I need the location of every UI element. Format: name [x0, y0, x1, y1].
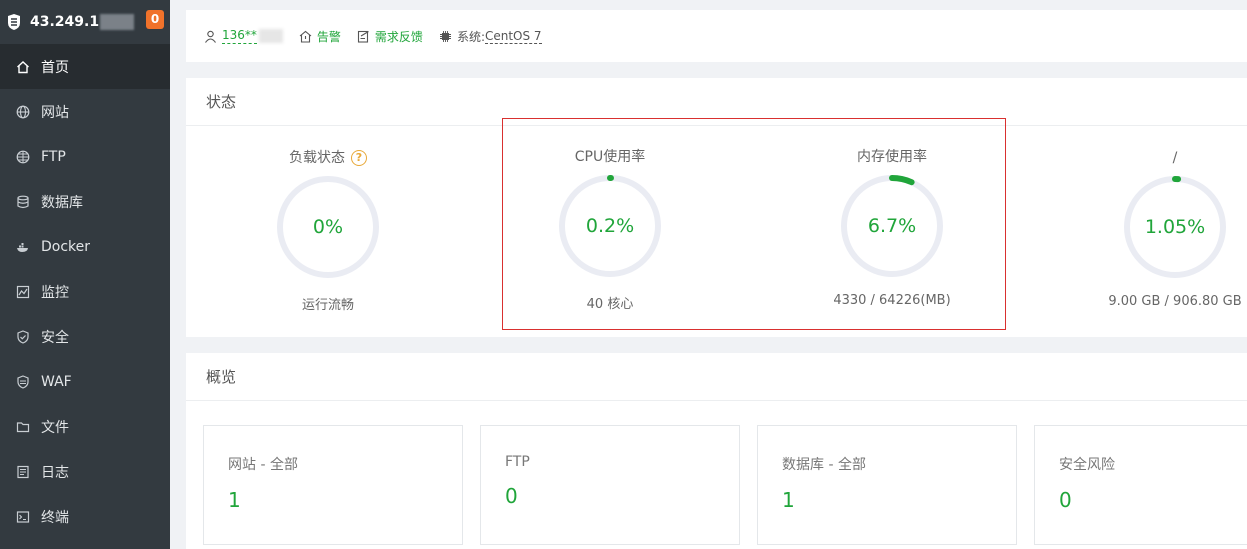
sidebar-item-label: Docker [41, 238, 91, 255]
sidebar-item-label: 监控 [41, 284, 69, 301]
overview-box-databases[interactable]: 数据库 - 全部 1 [757, 425, 1017, 545]
alert-link[interactable]: 告警 [299, 28, 341, 45]
sidebar-item-database[interactable]: 数据库 [0, 179, 170, 224]
folder-icon [16, 420, 30, 434]
highlight-box [502, 118, 1006, 330]
top-info-bar: 136** 告警 需求反馈 系统: CentOS 7 [186, 10, 1247, 62]
sidebar-item-label: 网站 [41, 104, 69, 121]
gauge-ring: 0% [275, 174, 381, 280]
sidebar-item-ftp[interactable]: FTP [0, 134, 170, 179]
sidebar-item-home[interactable]: 首页 [0, 44, 170, 89]
overview-label: 安全风险 [1059, 457, 1115, 473]
sidebar-item-logs[interactable]: 日志 [0, 449, 170, 494]
log-icon [16, 465, 30, 479]
disk-gauge[interactable]: / 1.05% 9.00 GB / 906.80 GB [1075, 148, 1247, 309]
gauge-subtitle: 9.00 GB / 906.80 GB [1108, 294, 1242, 309]
waf-shield-icon [16, 374, 30, 389]
alert-label: 告警 [316, 29, 341, 44]
terminal-icon [16, 510, 30, 524]
gauge-value: 0% [312, 216, 344, 238]
overview-box-ftp[interactable]: FTP 0 [480, 425, 740, 545]
sidebar-item-docker[interactable]: Docker [0, 224, 170, 269]
user-name[interactable]: 136** [222, 28, 257, 44]
sidebar-item-security[interactable]: 安全 [0, 314, 170, 359]
notification-badge[interactable]: 0 [146, 10, 164, 29]
server-ip: 43.249.1 [30, 14, 100, 30]
sidebar-item-label: 终端 [41, 509, 69, 526]
sidebar-item-website[interactable]: 网站 [0, 89, 170, 134]
overview-value[interactable]: 1 [228, 488, 462, 512]
ip-redaction [100, 14, 135, 30]
feedback-link[interactable]: 需求反馈 [357, 28, 423, 45]
bt-logo-icon [8, 14, 20, 30]
overview-label: FTP [505, 454, 530, 470]
sidebar-item-label: FTP [41, 148, 66, 165]
load-gauge[interactable]: 负载状态? 0% 运行流畅 [228, 148, 428, 313]
overview-value[interactable]: 0 [505, 484, 739, 508]
overview-label: 网站 - 全部 [228, 457, 298, 473]
overview-value[interactable]: 0 [1059, 488, 1247, 512]
gauge-ring: 1.05% [1122, 174, 1228, 280]
monitor-icon [16, 285, 30, 299]
overview-panel: 概览 网站 - 全部 1 FTP 0 数据库 - 全部 1 安全风险 0 [186, 353, 1247, 549]
overview-box-websites[interactable]: 网站 - 全部 1 [203, 425, 463, 545]
gauge-title: / [1172, 150, 1178, 166]
sidebar-item-label: 日志 [41, 464, 69, 481]
edit-icon [357, 30, 369, 43]
overview-value[interactable]: 1 [782, 488, 1016, 512]
globe-icon [16, 105, 30, 119]
overview-label: 数据库 - 全部 [782, 457, 866, 473]
alert-house-icon [299, 30, 312, 43]
system-info[interactable]: 系统: CentOS 7 [439, 28, 542, 45]
feedback-label: 需求反馈 [374, 29, 423, 44]
gauge-subtitle: 运行流畅 [301, 298, 354, 313]
home-icon [16, 60, 30, 74]
user-redaction [258, 29, 283, 43]
overview-title: 概览 [186, 353, 1247, 401]
sidebar-item-monitor[interactable]: 监控 [0, 269, 170, 314]
docker-icon [16, 240, 30, 254]
sidebar-item-label: 首页 [41, 59, 69, 76]
gauge-value: 1.05% [1144, 216, 1206, 238]
sidebar-item-label: 数据库 [41, 194, 83, 211]
server-header[interactable]: 43.249.1 0 [0, 0, 170, 44]
overview-box-security-risk[interactable]: 安全风险 0 [1034, 425, 1247, 545]
help-icon[interactable]: ? [351, 150, 367, 166]
database-icon [16, 195, 30, 209]
sidebar-item-label: 文件 [41, 419, 69, 436]
shield-icon [16, 329, 30, 344]
sidebar-item-files[interactable]: 文件 [0, 404, 170, 449]
sidebar-item-waf[interactable]: WAF [0, 359, 170, 404]
user-info[interactable]: 136** [204, 28, 283, 44]
sidebar-item-label: 安全 [41, 329, 69, 346]
ftp-globe-icon [16, 150, 30, 164]
sidebar-item-terminal[interactable]: 终端 [0, 494, 170, 539]
sidebar: 43.249.1 0 首页 网站 FTP 数据库 Docker 监控 安全 WA… [0, 0, 170, 549]
gauge-title: 负载状态 [289, 150, 345, 166]
system-value: CentOS 7 [484, 28, 542, 44]
chip-icon [439, 30, 451, 42]
sidebar-item-label: WAF [41, 373, 72, 390]
user-icon [205, 30, 216, 43]
system-label: 系统: [456, 29, 485, 44]
